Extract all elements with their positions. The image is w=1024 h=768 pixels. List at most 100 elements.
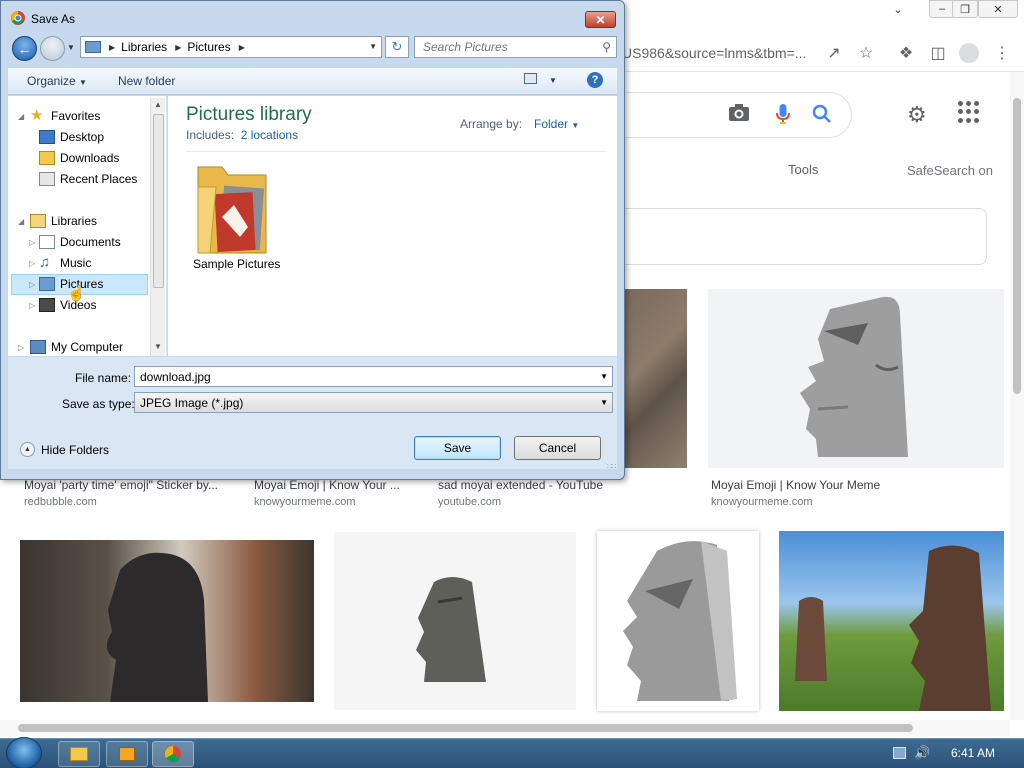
expand-arrow-icon[interactable]: ◢ <box>18 112 24 121</box>
collapsed-arrow-icon[interactable]: ▷ <box>18 343 24 352</box>
result-title[interactable]: Moyai Emoji | Know Your Meme <box>711 478 880 492</box>
back-button[interactable]: ← <box>12 36 37 61</box>
minimize-icon[interactable]: ⌄ <box>885 0 911 18</box>
locations-link[interactable]: 2 locations <box>241 128 298 142</box>
forward-button[interactable] <box>40 36 65 61</box>
result-title[interactable]: Moyai 'party time' emoji" Sticker by... <box>24 478 218 492</box>
scroll-down-icon[interactable]: ▼ <box>154 342 162 351</box>
navigation-scrollbar[interactable]: ▲ ▼ <box>150 98 165 356</box>
organize-menu[interactable]: Organize ▼ <box>27 74 87 88</box>
result-image-moyai-emoji[interactable] <box>708 289 1004 468</box>
scrollbar-thumb[interactable] <box>1013 98 1021 394</box>
folder-item-sample-pictures[interactable]: Sample Pictures <box>187 157 283 275</box>
result-title[interactable]: sad moyai extended - YouTube <box>438 478 603 492</box>
search-pictures-input[interactable] <box>415 37 595 57</box>
chrome-taskbar-button[interactable] <box>152 741 194 767</box>
file-name-input[interactable]: download.jpg ▼ <box>134 366 613 387</box>
result-image-moai-grey[interactable] <box>597 531 759 711</box>
pictures-icon <box>85 41 101 53</box>
chrome-icon <box>165 746 181 762</box>
file-name-label: File name: <box>75 371 132 385</box>
result-title[interactable]: Moyai Emoji | Know Your ... <box>254 478 400 492</box>
breadcrumb-pictures[interactable]: Pictures <box>187 40 230 54</box>
chrome-menu-icon[interactable]: ⋮ <box>990 42 1014 64</box>
recent-locations-dropdown[interactable]: ▼ <box>67 43 75 52</box>
tree-documents[interactable]: Documents <box>39 232 121 252</box>
bookmark-star-icon[interactable]: ☆ <box>854 42 878 64</box>
breadcrumb-libraries[interactable]: Libraries <box>121 40 167 54</box>
change-view-icon[interactable] <box>524 73 537 87</box>
address-dropdown-icon[interactable]: ▼ <box>369 42 377 51</box>
omnibox-url[interactable]: US986&source=lnms&tbm=... <box>622 45 806 61</box>
breadcrumb-separator-icon[interactable]: ▶ <box>239 43 245 52</box>
media-player-taskbar-button[interactable] <box>106 741 148 767</box>
scrollbar-thumb[interactable] <box>153 114 164 288</box>
scrollbar-thumb[interactable] <box>18 724 913 732</box>
result-image-sad-moyai[interactable] <box>623 289 687 468</box>
collapsed-arrow-icon[interactable]: ▷ <box>29 280 35 289</box>
chevron-down-icon[interactable]: ▼ <box>600 372 608 381</box>
tree-my-computer[interactable]: My Computer <box>30 337 123 357</box>
help-icon[interactable]: ? <box>587 72 603 88</box>
page-horizontal-scrollbar[interactable] <box>0 720 1010 736</box>
start-button[interactable] <box>6 737 42 768</box>
voice-search-icon[interactable] <box>775 103 791 125</box>
chevron-down-icon: ▼ <box>571 121 580 130</box>
chevron-down-icon[interactable]: ▼ <box>600 398 608 407</box>
save-as-dialog: Save As ✕ ← ▼ ▶ Libraries ▶ Pictures ▶ ▼… <box>0 0 625 480</box>
collapsed-arrow-icon[interactable]: ▷ <box>29 301 35 310</box>
tree-favorites[interactable]: ★ Favorites <box>30 106 100 126</box>
google-apps-icon[interactable] <box>958 101 980 123</box>
library-includes: Includes: 2 locations <box>186 128 299 142</box>
explorer-taskbar-button[interactable] <box>58 741 100 767</box>
breadcrumb-separator-icon[interactable]: ▶ <box>175 43 181 52</box>
address-bar[interactable]: ▶ Libraries ▶ Pictures ▶ ▼ <box>80 36 382 58</box>
save-type-select[interactable]: JPEG Image (*.jpg) ▼ <box>134 392 613 413</box>
hide-folders-button[interactable]: ▲ Hide Folders <box>20 442 109 457</box>
tree-desktop[interactable]: Desktop <box>39 127 104 147</box>
safesearch-label[interactable]: SafeSearch on <box>907 163 993 178</box>
side-panel-icon[interactable]: ◫ <box>926 42 950 64</box>
save-type-value[interactable]: JPEG Image (*.jpg) <box>140 396 243 410</box>
window-close-button[interactable]: ✕ <box>978 0 1018 18</box>
settings-gear-icon[interactable]: ⚙ <box>907 102 927 128</box>
result-image-easter-island[interactable] <box>779 531 1004 711</box>
network-icon[interactable] <box>893 747 906 759</box>
search-icon[interactable]: ⚲ <box>602 40 611 54</box>
tree-recent-places[interactable]: Recent Places <box>39 169 137 189</box>
page-vertical-scrollbar[interactable] <box>1010 72 1024 720</box>
search-field[interactable]: ⚲ <box>414 36 617 58</box>
result-image-museum-moai[interactable] <box>20 540 314 702</box>
camera-search-icon[interactable] <box>728 104 750 122</box>
cancel-button[interactable]: Cancel <box>514 436 601 460</box>
downloads-folder-icon <box>39 151 55 165</box>
tools-button[interactable]: Tools <box>788 162 818 177</box>
result-image-moai-3d[interactable] <box>334 532 576 710</box>
scroll-up-icon[interactable]: ▲ <box>154 100 162 109</box>
expand-arrow-icon[interactable]: ◢ <box>18 217 24 226</box>
recent-places-icon <box>39 172 55 186</box>
arrange-by-dropdown[interactable]: Folder ▼ <box>534 117 579 131</box>
profile-avatar-icon[interactable] <box>957 42 981 64</box>
extensions-icon[interactable]: ❖ <box>894 42 918 64</box>
window-restore-button[interactable]: ❐ <box>952 0 978 18</box>
save-button[interactable]: Save <box>414 436 501 460</box>
resize-grip-icon[interactable]: ∷∷ <box>607 462 616 471</box>
collapsed-arrow-icon[interactable]: ▷ <box>29 259 35 268</box>
pictures-icon <box>39 277 55 291</box>
refresh-button[interactable]: ↻ <box>385 36 409 58</box>
share-icon[interactable]: ↗ <box>822 42 846 64</box>
tree-downloads[interactable]: Downloads <box>39 148 119 168</box>
search-icon[interactable] <box>812 104 832 124</box>
dialog-close-button[interactable]: ✕ <box>585 11 616 28</box>
clock[interactable]: 6:41 AM <box>951 746 995 760</box>
breadcrumb-separator-icon[interactable]: ▶ <box>109 43 115 52</box>
file-name-value[interactable]: download.jpg <box>140 370 211 384</box>
volume-icon[interactable]: 🔊 <box>914 745 930 761</box>
collapsed-arrow-icon[interactable]: ▷ <box>29 238 35 247</box>
view-options-dropdown-icon[interactable]: ▼ <box>549 76 557 85</box>
tree-libraries[interactable]: Libraries <box>30 211 97 231</box>
tree-music[interactable]: ♫ Music <box>39 253 91 273</box>
mouse-cursor-icon: ☝ <box>67 285 86 302</box>
new-folder-button[interactable]: New folder <box>118 74 175 88</box>
